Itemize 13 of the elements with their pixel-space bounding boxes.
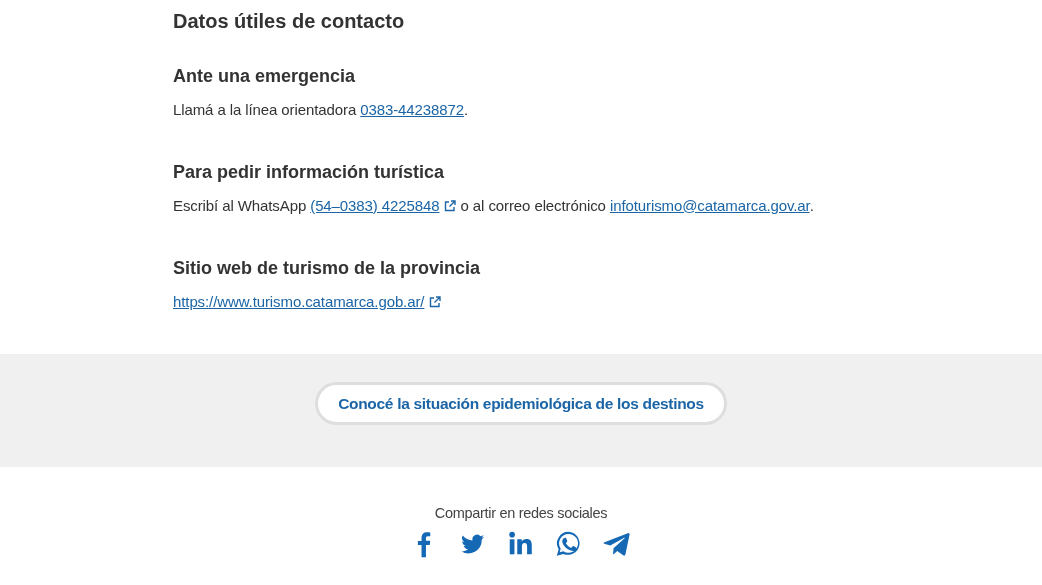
share-label: Compartir en redes sociales	[433, 504, 609, 524]
paragraph: Llamá a la línea orientadora 0383-44238872.	[173, 99, 470, 120]
epidemiology-button[interactable]: Conocé la situación epidemiológica de los destinos	[315, 382, 727, 426]
link[interactable]: infoturismo@catamarca.gov.ar	[609, 196, 810, 214]
section-heading: Ante una emergencia	[173, 66, 357, 88]
link[interactable]: https://www.turismo.catamarca.gob.ar/	[173, 292, 442, 310]
link[interactable]: (54–0383) 4225848	[310, 196, 457, 214]
external-link-icon	[444, 199, 457, 212]
external-link-icon	[429, 295, 442, 308]
section-heading: Sitio web de turismo de la provincia	[173, 258, 482, 280]
section-heading: Para pedir información turística	[173, 162, 446, 184]
section-title: Datos útiles de contacto	[173, 9, 406, 33]
paragraph: Escribí al WhatsApp (54–0383) 4225848 o al correo electrónico infoturismo@catamarca.gov.ar.	[173, 195, 815, 216]
